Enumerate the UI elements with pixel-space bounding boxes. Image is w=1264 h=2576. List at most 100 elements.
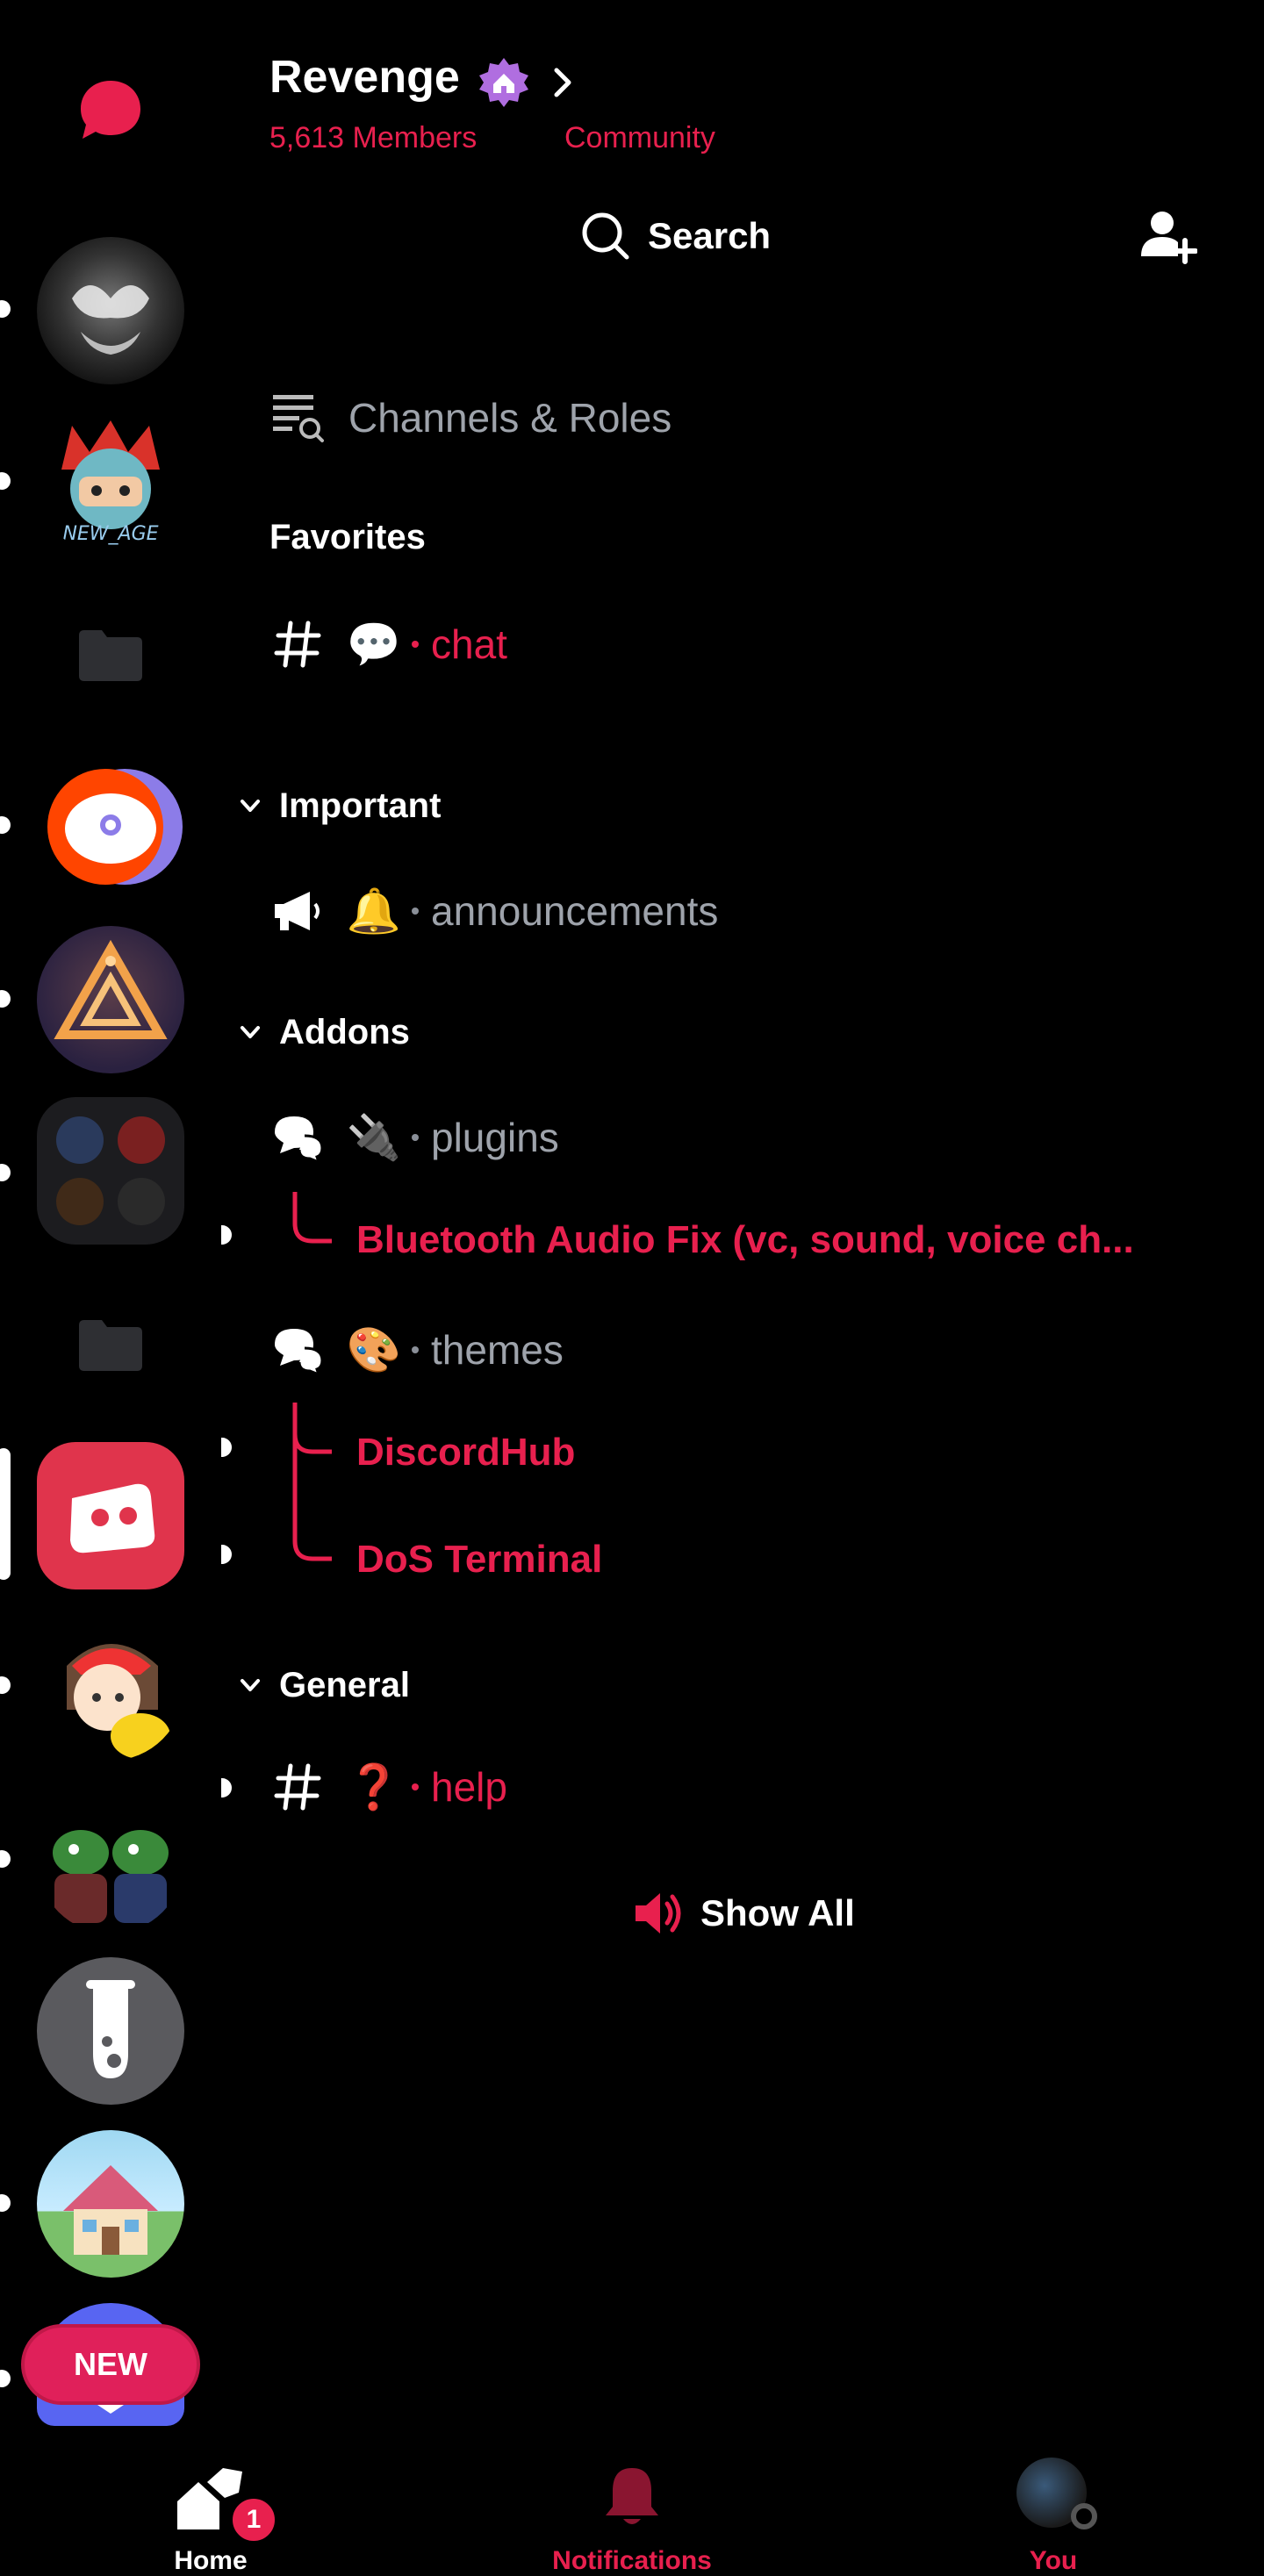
- server-unread-indicator: [0, 300, 11, 318]
- server-rail: NEW_AGE NEW: [0, 0, 221, 2449]
- channel-unread-indicator: [221, 1778, 232, 1797]
- forum-icon: [269, 1109, 326, 1166]
- server-icon-cottage[interactable]: [37, 2130, 184, 2278]
- server-unread-indicator: [0, 1164, 11, 1181]
- server-icon-triangle-emblem[interactable]: [37, 926, 184, 1073]
- channel-themes[interactable]: 🎨 themes: [269, 1315, 564, 1385]
- chevron-down-icon: [241, 1679, 260, 1691]
- speech-bubble-emoji: 💬: [346, 619, 402, 669]
- thread-dos-terminal[interactable]: DoS Terminal: [356, 1538, 602, 1582]
- home-notification-badge: 1: [228, 2494, 279, 2545]
- new-servers-badge[interactable]: NEW: [25, 2328, 197, 2401]
- separator-dot: [412, 908, 419, 915]
- search-label: Search: [648, 215, 772, 256]
- speaker-icon: [636, 1893, 681, 1934]
- nav-notifications-label: Notifications: [552, 2546, 712, 2575]
- server-unread-indicator: [0, 472, 11, 490]
- channel-plugins[interactable]: 🔌 plugins: [269, 1102, 559, 1173]
- thread-discordhub[interactable]: DiscordHub: [356, 1431, 575, 1475]
- search-icon: [582, 212, 629, 260]
- channel-name: themes: [431, 1327, 564, 1373]
- forum-icon: [269, 1322, 326, 1378]
- server-unread-indicator: [0, 990, 11, 1008]
- separator-dot: [412, 641, 419, 648]
- server-unread-indicator: [0, 2370, 11, 2387]
- server-icon-new-age[interactable]: NEW_AGE: [37, 408, 184, 556]
- show-all-label: Show All: [700, 1892, 855, 1934]
- status-indicator-icon: [1071, 2503, 1097, 2529]
- server-boost-icon: [478, 56, 530, 109]
- show-all-button[interactable]: Show All: [632, 1882, 855, 1945]
- server-name: Revenge: [269, 52, 460, 103]
- separator-dot: [412, 1346, 419, 1353]
- favorites-heading: Favorites: [269, 518, 426, 556]
- bottom-navigation: 1 Home Notifications You: [0, 2449, 1264, 2576]
- category-label: General: [279, 1665, 410, 1704]
- separator-dot: [412, 1134, 419, 1141]
- channel-help[interactable]: ❓ help: [269, 1752, 507, 1822]
- channel-name: help: [431, 1764, 507, 1810]
- nav-you[interactable]: You: [922, 2449, 1185, 2576]
- thread-bluetooth-audio-fix[interactable]: Bluetooth Audio Fix (vc, sound, voice ch…: [356, 1218, 1134, 1262]
- chevron-right-icon[interactable]: [549, 65, 576, 100]
- server-unread-indicator: [0, 816, 11, 834]
- category-addons[interactable]: Addons: [237, 1006, 410, 1058]
- channel-browser-icon: [269, 390, 326, 446]
- channel-name: chat: [431, 621, 507, 667]
- channel-name: announcements: [431, 888, 719, 934]
- channels-and-roles-button[interactable]: Channels & Roles: [269, 383, 672, 453]
- server-mini-icon: [118, 1116, 165, 1164]
- server-icon-venom[interactable]: [37, 237, 184, 384]
- megaphone-icon: [269, 883, 326, 939]
- channel-chat[interactable]: 💬 chat: [269, 609, 507, 679]
- thread-unread-indicator: [221, 1225, 232, 1245]
- question-emoji: ❓: [346, 1762, 402, 1812]
- folder-icon[interactable]: [79, 1320, 142, 1371]
- server-icon-test-tube[interactable]: [37, 1957, 184, 2105]
- channel-name: plugins: [431, 1115, 559, 1160]
- palette-emoji: 🎨: [346, 1324, 402, 1374]
- separator-dot: [412, 1783, 419, 1790]
- bell-emoji: 🔔: [346, 886, 402, 936]
- server-folder-group[interactable]: [37, 1097, 184, 1245]
- thread-connector: [291, 1192, 334, 1245]
- category-label: Addons: [279, 1012, 410, 1051]
- channel-announcements[interactable]: 🔔 announcements: [269, 876, 718, 946]
- server-name-button[interactable]: Revenge: [269, 51, 460, 104]
- thread-unread-indicator: [221, 1545, 232, 1564]
- direct-messages-icon[interactable]: [77, 77, 144, 144]
- hashtag-icon: [269, 1759, 326, 1815]
- plug-emoji: 🔌: [346, 1112, 402, 1162]
- server-mini-icon: [56, 1116, 104, 1164]
- server-icon-anime[interactable]: [37, 1613, 184, 1761]
- server-unread-indicator: [0, 1676, 11, 1694]
- server-mini-icon: [56, 1178, 104, 1225]
- folder-icon[interactable]: [79, 630, 142, 681]
- nav-notifications[interactable]: Notifications: [500, 2449, 764, 2576]
- channels-and-roles-label: Channels & Roles: [348, 395, 672, 441]
- category-label: Important: [279, 786, 442, 825]
- chevron-down-icon: [241, 1026, 260, 1038]
- category-important[interactable]: Important: [237, 779, 441, 832]
- server-unread-indicator: [0, 1850, 11, 1868]
- server-selected-indicator: [0, 1448, 11, 1580]
- add-member-icon[interactable]: [1139, 207, 1198, 265]
- search-button[interactable]: Search: [579, 204, 771, 269]
- server-icon-revenge[interactable]: [37, 1442, 184, 1589]
- chevron-down-icon: [241, 800, 260, 812]
- server-unread-indicator: [0, 2194, 11, 2212]
- category-general[interactable]: General: [237, 1659, 410, 1711]
- server-icon-revanced[interactable]: [37, 753, 184, 901]
- hashtag-icon: [269, 616, 326, 672]
- thread-unread-indicator: [221, 1438, 232, 1457]
- nav-home-label: Home: [174, 2546, 248, 2575]
- server-mini-icon: [118, 1178, 165, 1225]
- svg-text:NEW_AGE: NEW_AGE: [62, 523, 158, 545]
- community-label[interactable]: Community: [564, 121, 715, 155]
- thread-connector: [291, 1403, 334, 1562]
- bell-icon: [604, 2465, 660, 2529]
- nav-you-label: You: [1029, 2546, 1078, 2575]
- nav-home[interactable]: 1 Home: [79, 2449, 342, 2576]
- member-count[interactable]: 5,613 Members: [269, 121, 477, 155]
- server-icon-pepe[interactable]: [37, 1786, 184, 1934]
